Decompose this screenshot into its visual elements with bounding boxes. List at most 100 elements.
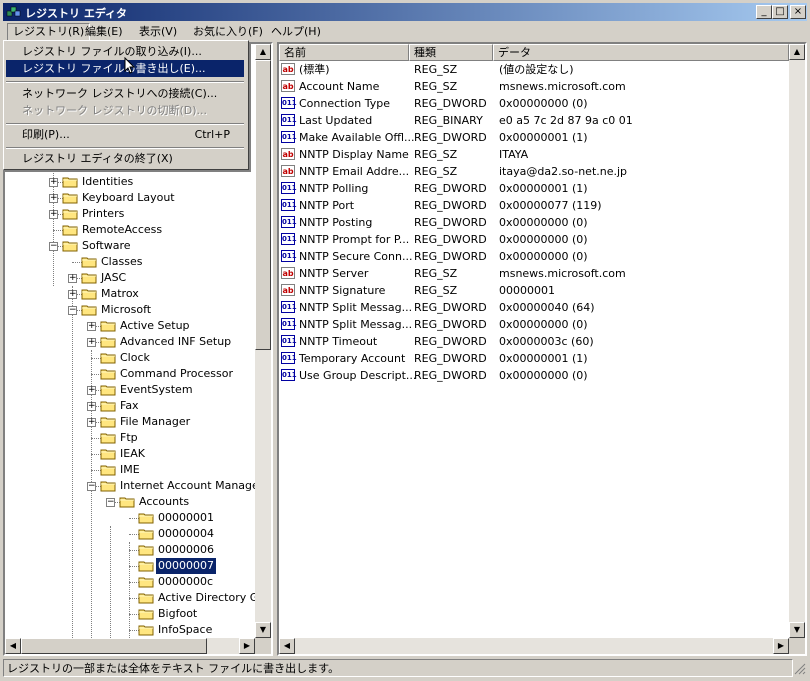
tree-item[interactable]: + Identities [5, 174, 255, 190]
tree-item[interactable]: + Matrox [5, 286, 255, 302]
tree-item[interactable]: − Software [5, 238, 255, 254]
expand-icon[interactable]: + [87, 338, 96, 347]
tree-item[interactable]: + File Manager [5, 414, 255, 430]
column-header-data[interactable]: データ [493, 44, 789, 61]
tree-vertical-scrollbar[interactable]: ▲ ▼ [255, 44, 271, 638]
minimize-button[interactable]: _ [756, 5, 772, 19]
menu-item-exit[interactable]: レジストリ エディタの終了(X) [6, 150, 244, 167]
values-pane[interactable]: 名前 種類 データ ab (標準) REG_SZ (値の設定なし) ab Account … [277, 42, 807, 656]
value-row[interactable]: 011 NNTP Timeout REG_DWORD 0x0000003c (60) [279, 333, 789, 350]
tree-item[interactable]: Active Directory G [5, 590, 255, 606]
tree-horizontal-scrollbar[interactable]: ◀ ▶ [5, 638, 255, 654]
value-row[interactable]: 011 NNTP Split Messag... REG_DWORD 0x000000… [279, 316, 789, 333]
value-row[interactable]: 011 Use Group Descript... REG_DWORD 0x00000… [279, 367, 789, 384]
expand-icon[interactable]: + [49, 194, 58, 203]
tree-item[interactable]: 00000004 [5, 526, 255, 542]
expand-icon[interactable]: + [87, 402, 96, 411]
scroll-up-arrow-icon[interactable]: ▲ [789, 44, 805, 60]
value-row[interactable]: 011 Make Available Offl... REG_DWORD 0x0000… [279, 129, 789, 146]
tree-item-label: RemoteAccess [82, 223, 163, 236]
tree-item[interactable]: + Active Setup [5, 318, 255, 334]
expand-icon[interactable]: + [68, 274, 77, 283]
tree-item[interactable]: + Fax [5, 398, 255, 414]
column-header-name[interactable]: 名前 [279, 44, 409, 61]
expand-icon[interactable]: + [87, 418, 96, 427]
collapse-icon[interactable]: − [68, 306, 77, 315]
scroll-thumb[interactable] [21, 638, 207, 654]
values-horizontal-scrollbar[interactable]: ◀ ▶ [279, 638, 789, 654]
value-row[interactable]: 011 NNTP Split Messag... REG_DWORD 0x000000… [279, 299, 789, 316]
menu-item-connect-network-registry[interactable]: ネットワーク レジストリへの接続(C)... [6, 85, 244, 102]
value-name: Account Name [299, 80, 380, 93]
tree-item[interactable]: Bigfoot [5, 606, 255, 622]
menu-favorites[interactable]: お気に入り(F) [188, 24, 268, 40]
title-bar[interactable]: レジストリ エディタ _ □ × [3, 3, 807, 21]
scroll-right-arrow-icon[interactable]: ▶ [239, 638, 255, 654]
tree-item[interactable]: − Accounts [5, 494, 255, 510]
value-row[interactable]: ab NNTP Display Name REG_SZ ITAYA [279, 146, 789, 163]
menu-help[interactable]: ヘルプ(H) [266, 24, 326, 40]
value-row[interactable]: 011 NNTP Posting REG_DWORD 0x00000000 (0) [279, 214, 789, 231]
tree-item[interactable]: 00000006 [5, 542, 255, 558]
scroll-up-arrow-icon[interactable]: ▲ [255, 44, 271, 60]
tree-item[interactable]: 00000007 [5, 557, 255, 575]
scroll-down-arrow-icon[interactable]: ▼ [255, 622, 271, 638]
close-button[interactable]: × [790, 5, 806, 19]
tree-item-label: Fax [120, 399, 139, 412]
values-vertical-scrollbar[interactable]: ▲ ▼ [789, 44, 805, 638]
scroll-left-arrow-icon[interactable]: ◀ [279, 638, 295, 654]
tree-item[interactable]: Classes [5, 254, 255, 270]
tree-item[interactable]: − Microsoft [5, 302, 255, 318]
value-row[interactable]: 011 NNTP Prompt for P... REG_DWORD 0x000000… [279, 231, 789, 248]
value-row[interactable]: ab Account Name REG_SZ msnews.microsoft.com [279, 78, 789, 95]
scroll-thumb[interactable] [255, 60, 271, 350]
column-header-type[interactable]: 種類 [409, 44, 493, 61]
expand-icon[interactable]: + [87, 386, 96, 395]
tree-item[interactable]: Ftp [5, 430, 255, 446]
menu-registry[interactable]: レジストリ(R) [7, 23, 91, 41]
expand-icon[interactable]: + [68, 290, 77, 299]
scroll-left-arrow-icon[interactable]: ◀ [5, 638, 21, 654]
value-row[interactable]: ab (標準) REG_SZ (値の設定なし) [279, 61, 789, 78]
value-row[interactable]: ab NNTP Email Addre... REG_SZ itaya@da2.so-… [279, 163, 789, 180]
tree-item[interactable]: Clock [5, 350, 255, 366]
value-row[interactable]: 011 Temporary Account REG_DWORD 0x00000001 … [279, 350, 789, 367]
tree-item[interactable]: IEAK [5, 446, 255, 462]
scrollbar-corner [789, 638, 805, 654]
tree-item[interactable]: + JASC [5, 270, 255, 286]
tree-item[interactable]: RemoteAccess [5, 222, 255, 238]
value-type: REG_DWORD [414, 369, 487, 382]
value-row[interactable]: 011 Last Updated REG_BINARY e0 a5 7c 2d 87 … [279, 112, 789, 129]
tree-item[interactable]: Command Processor [5, 366, 255, 382]
expand-icon[interactable]: + [49, 210, 58, 219]
expand-icon[interactable]: + [87, 322, 96, 331]
value-row[interactable]: 011 NNTP Polling REG_DWORD 0x00000001 (1) [279, 180, 789, 197]
tree-item[interactable]: + EventSystem [5, 382, 255, 398]
collapse-icon[interactable]: − [87, 482, 96, 491]
scroll-right-arrow-icon[interactable]: ▶ [773, 638, 789, 654]
collapse-icon[interactable]: − [49, 242, 58, 251]
tree-item[interactable]: IME [5, 462, 255, 478]
tree-item[interactable]: 00000001 [5, 510, 255, 526]
value-row[interactable]: 011 Connection Type REG_DWORD 0x00000000 (0… [279, 95, 789, 112]
value-row[interactable]: 011 NNTP Secure Conn... REG_DWORD 0x0000000… [279, 248, 789, 265]
value-row[interactable]: ab NNTP Server REG_SZ msnews.microsoft.com [279, 265, 789, 282]
tree-item[interactable]: + Printers [5, 206, 255, 222]
tree-item[interactable]: 0000000c [5, 574, 255, 590]
resize-grip-icon[interactable] [794, 663, 806, 675]
scroll-down-arrow-icon[interactable]: ▼ [789, 622, 805, 638]
menu-item-print-label: 印刷(P)... [22, 128, 70, 141]
tree-item[interactable]: + Advanced INF Setup [5, 334, 255, 350]
value-name: NNTP Posting [299, 216, 373, 229]
menu-item-print[interactable]: 印刷(P)... Ctrl+P [6, 126, 244, 143]
tree-item[interactable]: + Keyboard Layout [5, 190, 255, 206]
tree-item[interactable]: InfoSpace [5, 622, 255, 638]
tree-item[interactable]: − Internet Account Manager [5, 478, 255, 494]
value-row[interactable]: ab NNTP Signature REG_SZ 00000001 [279, 282, 789, 299]
maximize-button[interactable]: □ [772, 5, 788, 19]
expand-icon[interactable]: + [49, 178, 58, 187]
collapse-icon[interactable]: − [106, 498, 115, 507]
menu-view[interactable]: 表示(V) [134, 24, 182, 40]
menu-edit[interactable]: 編集(E) [80, 24, 128, 40]
value-row[interactable]: 011 NNTP Port REG_DWORD 0x00000077 (119) [279, 197, 789, 214]
